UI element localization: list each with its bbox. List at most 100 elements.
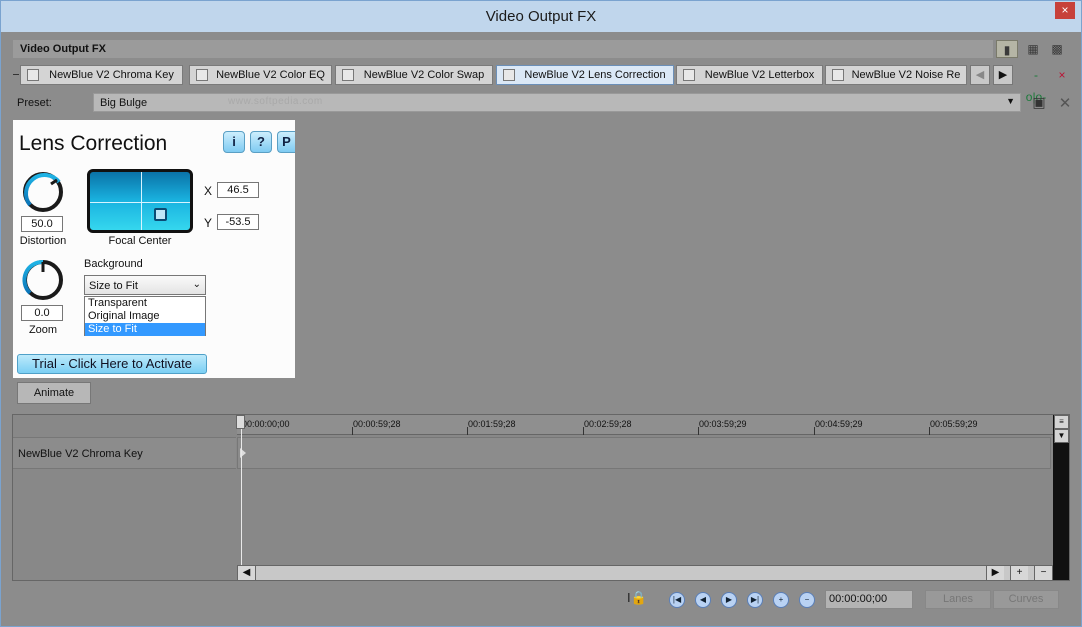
- focal-center-pad[interactable]: [87, 169, 193, 233]
- y-field[interactable]: -53.5: [217, 214, 259, 230]
- bypass-checkbox[interactable]: [342, 69, 354, 81]
- background-label: Background: [84, 258, 143, 270]
- tick: [467, 427, 468, 435]
- chain-tab-label: NewBlue V2 Chroma Key: [49, 69, 174, 81]
- tick: [583, 427, 584, 435]
- delete-preset-icon[interactable]: ✕: [1056, 94, 1074, 112]
- preset-label: Preset:: [17, 97, 52, 109]
- y-label: Y: [204, 216, 213, 230]
- background-selected: Size to Fit: [89, 280, 138, 292]
- lock-icon[interactable]: I🔒: [627, 590, 647, 610]
- distortion-label: Distortion: [19, 235, 67, 247]
- background-select[interactable]: Size to Fit ⌄: [84, 275, 206, 295]
- zoom-out-icon[interactable]: −: [1034, 566, 1052, 580]
- fx-header: Video Output FX: [13, 40, 993, 58]
- horizontal-scrollbar[interactable]: ◀ ▶ + −: [237, 565, 1053, 581]
- plugin-chain: NewBlue V2 Chroma Key NewBlue V2 Color E…: [13, 64, 1066, 104]
- background-options: Transparent Original Image Size to Fit: [84, 296, 206, 336]
- chain-tab-chroma-key[interactable]: NewBlue V2 Chroma Key: [20, 65, 183, 85]
- background-option[interactable]: Transparent: [85, 297, 205, 310]
- info-button[interactable]: i: [223, 131, 245, 153]
- chain-tab-label: NewBlue V2 Letterbox: [704, 69, 815, 81]
- scroll-down-icon[interactable]: ▼: [1054, 429, 1069, 443]
- focal-center-label: Focal Center: [108, 235, 172, 247]
- plugin-panel: Lens Correction i ? P 50.0 Distortion Fo…: [13, 120, 295, 378]
- track-lane[interactable]: [237, 437, 1051, 469]
- playhead-line: [241, 415, 242, 565]
- lanes-button[interactable]: Lanes: [925, 590, 991, 609]
- zoom-knob[interactable]: [21, 258, 65, 302]
- focal-hline: [90, 202, 190, 203]
- track-label: NewBlue V2 Chroma Key: [18, 448, 143, 460]
- zoom-value[interactable]: 0.0: [21, 305, 63, 321]
- save-preset-icon[interactable]: ▣: [1030, 94, 1048, 112]
- background-option[interactable]: Size to Fit: [85, 323, 205, 336]
- delete-keyframe-icon[interactable]: −: [799, 592, 815, 608]
- chain-tab-color-swap[interactable]: NewBlue V2 Color Swap: [335, 65, 493, 85]
- playhead-handle[interactable]: [236, 415, 245, 429]
- next-keyframe-icon[interactable]: ▶: [721, 592, 737, 608]
- add-keyframe-icon[interactable]: +: [773, 592, 789, 608]
- presets-button[interactable]: P: [277, 131, 295, 153]
- chain-tab-label: NewBlue V2 Color Swap: [363, 69, 485, 81]
- chevron-down-icon: ⌄: [192, 279, 201, 290]
- keyframe-timeline: 00:00:00;00 00:00:59;28 00:01:59;28 00:0…: [12, 414, 1070, 581]
- window: Video Output FX × Video Output FX ▮ ▦ ▩ …: [0, 0, 1082, 627]
- view-double-icon[interactable]: ▦: [1022, 40, 1044, 58]
- time-ruler[interactable]: 00:00:00;00 00:00:59;28 00:01:59;28 00:0…: [237, 415, 1053, 435]
- zoom-in-icon[interactable]: +: [1010, 566, 1028, 580]
- scroll-right-icon[interactable]: ▶: [986, 566, 1004, 580]
- focal-handle[interactable]: [154, 208, 167, 221]
- x-field[interactable]: 46.5: [217, 182, 259, 198]
- chevron-down-icon: ▼: [1006, 96, 1015, 106]
- view-grid-icon[interactable]: ▩: [1046, 40, 1068, 58]
- chain-tab-lens-correction[interactable]: NewBlue V2 Lens Correction: [496, 65, 674, 85]
- curves-button[interactable]: Curves: [993, 590, 1059, 609]
- chain-scroll-right-button[interactable]: ▶: [993, 65, 1013, 85]
- remove-plugin-icon[interactable]: ×: [1051, 64, 1073, 86]
- background-option[interactable]: Original Image: [85, 310, 205, 323]
- bypass-checkbox[interactable]: [683, 69, 695, 81]
- bypass-checkbox[interactable]: [196, 69, 208, 81]
- chain-tab-label: NewBlue V2 Lens Correction: [524, 69, 666, 81]
- timecode-field[interactable]: 00:00:00;00: [825, 590, 913, 609]
- track-header[interactable]: NewBlue V2 Chroma Key: [13, 437, 236, 469]
- view-toggle-group: ▮ ▦ ▩: [994, 40, 1069, 58]
- watermark: www.softpedia.com: [228, 96, 323, 107]
- tick: [814, 427, 815, 435]
- tick: [929, 427, 930, 435]
- trial-activate-button[interactable]: Trial - Click Here to Activate: [17, 354, 207, 374]
- tick-label: 00:03:59;29: [699, 419, 747, 429]
- tick-label: 00:05:59;29: [930, 419, 978, 429]
- bypass-checkbox[interactable]: [503, 69, 515, 81]
- content: Video Output FX ▮ ▦ ▩ NewBlue V2 Chroma …: [7, 32, 1075, 622]
- scroll-up-icon[interactable]: ≡: [1054, 415, 1069, 429]
- close-button[interactable]: ×: [1055, 2, 1075, 19]
- view-single-icon[interactable]: ▮: [996, 40, 1018, 58]
- bypass-checkbox[interactable]: [832, 69, 844, 81]
- prev-keyframe-icon[interactable]: ◀: [695, 592, 711, 608]
- x-label: X: [204, 184, 213, 198]
- last-keyframe-icon[interactable]: ▶|: [747, 592, 763, 608]
- keyframe-transport: I🔒 |◀ ◀ ▶ ▶| + − 00:00:00;00 Lanes Curve…: [627, 588, 1067, 612]
- chain-tab-noise-reduction[interactable]: NewBlue V2 Noise Re: [825, 65, 967, 85]
- chain-scroll-left-button[interactable]: ◀: [970, 65, 990, 85]
- tick: [352, 427, 353, 435]
- tick-label: 00:04:59;29: [815, 419, 863, 429]
- chain-tab-letterbox[interactable]: NewBlue V2 Letterbox: [676, 65, 823, 85]
- tick-label: 00:00:59;28: [353, 419, 401, 429]
- distortion-value[interactable]: 50.0: [21, 216, 63, 232]
- animate-button[interactable]: Animate: [17, 382, 91, 404]
- first-keyframe-icon[interactable]: |◀: [669, 592, 685, 608]
- tick-label: 00:02:59;28: [584, 419, 632, 429]
- preset-dropdown[interactable]: Big Bulge www.softpedia.com ▼: [93, 93, 1021, 112]
- chain-tab-label: NewBlue V2 Color EQ: [216, 69, 325, 81]
- chain-tab-color-eq[interactable]: NewBlue V2 Color EQ: [189, 65, 332, 85]
- window-title: Video Output FX: [485, 8, 597, 25]
- distortion-knob[interactable]: [21, 170, 65, 214]
- chain-line: [13, 74, 19, 75]
- scroll-left-icon[interactable]: ◀: [238, 566, 256, 580]
- plugin-chain-icon[interactable]: -o|o-: [1025, 64, 1047, 104]
- help-button[interactable]: ?: [250, 131, 272, 153]
- bypass-checkbox[interactable]: [27, 69, 39, 81]
